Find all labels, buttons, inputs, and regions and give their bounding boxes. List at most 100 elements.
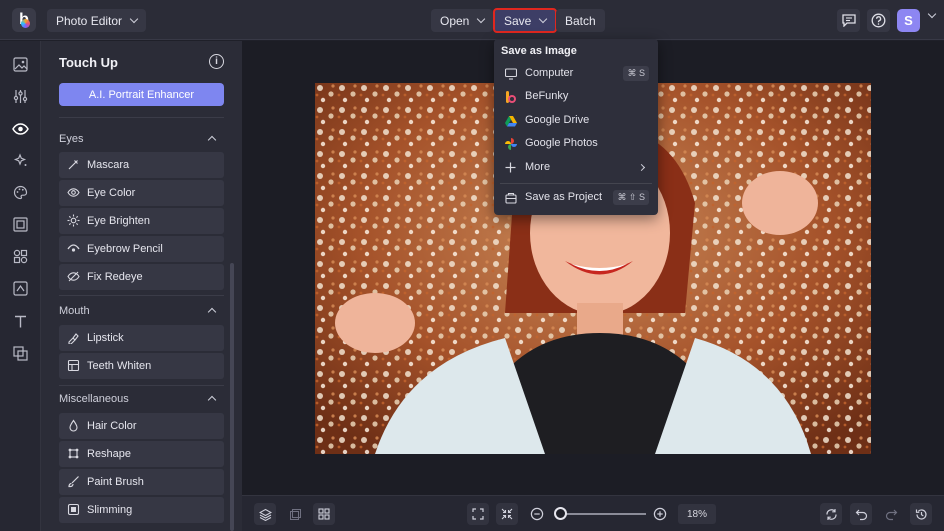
ai-portrait-enhancer-button[interactable]: A.I. Portrait Enhancer <box>59 83 224 106</box>
layers-button[interactable] <box>254 503 276 525</box>
tool-hair-color[interactable]: Hair Color <box>59 413 224 439</box>
tool-label: Slimming <box>87 504 133 516</box>
sun-brighten-icon <box>67 214 80 227</box>
mascara-brush-icon <box>68 160 78 170</box>
befunky-logo[interactable]: b <box>12 8 36 32</box>
image-tools-icon[interactable] <box>12 56 29 73</box>
tool-label: Hair Color <box>87 420 137 432</box>
account-chevron-down-icon[interactable] <box>927 9 937 19</box>
sync-button[interactable] <box>820 503 842 525</box>
text-icon[interactable] <box>12 313 29 330</box>
redo-icon <box>885 509 897 520</box>
section-misc-title: Miscellaneous <box>59 393 129 405</box>
zoom-in-icon[interactable] <box>653 507 667 526</box>
grid-view-button[interactable] <box>313 503 335 525</box>
tool-fix-redeye[interactable]: Fix Redeye <box>59 264 224 290</box>
chevron-right-icon <box>637 163 646 172</box>
layers-icon <box>258 508 272 521</box>
panel-title: Touch Up <box>59 55 118 70</box>
tool-paint-brush[interactable]: Paint Brush <box>59 469 224 495</box>
top-bar: b Photo Editor Open Save Batch <box>0 0 944 40</box>
tool-eye-brighten[interactable]: Eye Brighten <box>59 208 224 234</box>
tool-label: Teeth Whiten <box>87 360 152 372</box>
tool-label: Eye Brighten <box>87 215 150 227</box>
tool-label: Reshape <box>87 448 132 460</box>
textures-layers-icon[interactable] <box>12 345 29 362</box>
zoom-slider-thumb[interactable] <box>553 507 567 520</box>
effects-sparkle-icon[interactable] <box>12 152 29 169</box>
tool-label: Mascara <box>87 159 130 171</box>
save-label: Save <box>504 13 532 28</box>
collapse-misc-chevron-icon[interactable] <box>207 395 217 405</box>
logo-color-dot <box>21 19 30 28</box>
tool-mascara[interactable]: Mascara <box>59 152 224 178</box>
comments-button[interactable] <box>837 9 860 32</box>
avatar-initial: S <box>904 13 913 28</box>
frames-icon[interactable] <box>12 216 29 233</box>
tool-label: Eye Color <box>87 187 136 199</box>
graphics-shapes-icon[interactable] <box>12 248 29 265</box>
save-to-google-drive-item[interactable]: Google Drive <box>494 110 658 132</box>
tool-category-rail <box>0 41 41 531</box>
zoom-slider-track[interactable] <box>558 513 646 515</box>
tool-label: Paint Brush <box>87 476 144 488</box>
zoom-value[interactable]: 18% <box>678 504 716 524</box>
save-to-computer-item[interactable]: Computer ⌘ S <box>494 63 658 85</box>
help-button[interactable] <box>867 9 890 32</box>
save-button[interactable]: Save <box>493 8 558 33</box>
compare-button[interactable] <box>284 503 306 525</box>
tool-eye-color[interactable]: Eye Color <box>59 180 224 206</box>
tool-lipstick[interactable]: Lipstick <box>59 325 224 351</box>
tool-label: Fix Redeye <box>87 271 143 283</box>
open-button[interactable]: Open <box>431 9 494 32</box>
save-to-befunky-item[interactable]: BeFunky <box>494 86 658 108</box>
batch-label: Batch <box>565 13 596 28</box>
chevron-down-icon <box>129 14 139 24</box>
open-label: Open <box>440 13 470 28</box>
collapse-eyes-chevron-icon[interactable] <box>207 135 217 145</box>
shortcut-badge: ⌘ S <box>623 66 649 81</box>
collapse-mouth-chevron-icon[interactable] <box>207 307 217 317</box>
bottom-toolbar: 18% <box>242 495 944 531</box>
save-as-project-item[interactable]: Save as Project ⌘ ⇧ S <box>494 187 658 209</box>
divider <box>59 295 224 296</box>
save-dropdown-menu: Save as Image Computer ⌘ S BeFunky Googl… <box>494 39 658 215</box>
actual-size-button[interactable] <box>496 503 518 525</box>
save-to-google-photos-item[interactable]: Google Photos <box>494 133 658 155</box>
user-avatar[interactable]: S <box>897 9 920 32</box>
monitor-icon <box>505 68 517 80</box>
item-label: Google Drive <box>525 114 590 126</box>
tool-slimming[interactable]: Slimming <box>59 497 224 523</box>
more-save-options-item[interactable]: More <box>494 157 658 179</box>
tool-teeth-whiten[interactable]: Teeth Whiten <box>59 353 224 379</box>
app-menu-label: Photo Editor <box>56 13 123 28</box>
tool-label: Eyebrow Pencil <box>87 243 163 255</box>
photo-editor-app: b Photo Editor Open Save Batch <box>0 0 944 531</box>
item-label: More <box>525 161 551 173</box>
history-icon <box>915 508 927 520</box>
overlays-icon[interactable] <box>12 280 29 297</box>
batch-button[interactable]: Batch <box>556 9 605 32</box>
touch-up-eye-icon[interactable] <box>12 120 29 137</box>
adjustments-icon[interactable] <box>12 88 29 105</box>
eye-color-icon <box>67 188 80 197</box>
section-eyes-title: Eyes <box>59 133 84 145</box>
app-menu-button[interactable]: Photo Editor <box>47 9 147 32</box>
redo-button[interactable] <box>880 503 902 525</box>
tool-reshape[interactable]: Reshape <box>59 441 224 467</box>
grid-icon <box>318 508 330 520</box>
tool-eyebrow-pencil[interactable]: Eyebrow Pencil <box>59 236 224 262</box>
save-as-image-heading: Save as Image <box>501 45 577 57</box>
info-icon[interactable]: i <box>209 54 224 69</box>
history-button[interactable] <box>910 503 932 525</box>
shrink-icon <box>501 508 513 520</box>
artsy-palette-icon[interactable] <box>12 184 29 201</box>
zoom-out-icon[interactable] <box>530 507 544 526</box>
fit-to-screen-button[interactable] <box>467 503 489 525</box>
refresh-icon <box>825 508 837 520</box>
undo-icon <box>855 509 867 520</box>
panel-scrollbar[interactable] <box>230 263 234 531</box>
undo-button[interactable] <box>850 503 872 525</box>
expand-icon <box>472 508 484 520</box>
hair-color-drop-icon <box>69 419 78 432</box>
